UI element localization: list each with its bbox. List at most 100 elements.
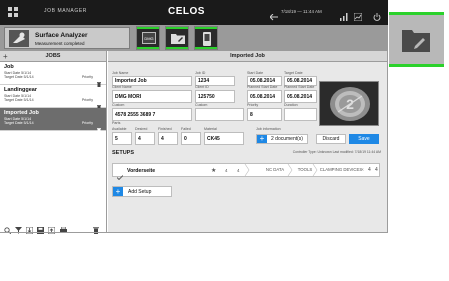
app-header: Surface Analyzer Measurement completed D… bbox=[0, 25, 388, 51]
import-icon[interactable] bbox=[25, 221, 34, 239]
page-prev-button[interactable]: ‹ bbox=[362, 167, 364, 173]
discard-button[interactable]: Discard bbox=[316, 134, 346, 144]
celos-logo: CELOS bbox=[168, 6, 205, 17]
planned-target-field: Planned Start Date 05.08.2014 bbox=[284, 85, 317, 103]
step-clamping-devices[interactable]: CLAMPING DEVICES bbox=[318, 164, 364, 176]
planned-start-field: Planned Start Date 05.08.2014 bbox=[247, 85, 282, 103]
job-information-label: Job information bbox=[256, 127, 281, 131]
add-setup-button[interactable]: + Add Setup bbox=[112, 186, 172, 197]
custom-field-1: Custom 4578 2555 3689 7 bbox=[112, 103, 192, 121]
failed-field: Failed 0 bbox=[181, 127, 201, 145]
trash-icon[interactable] bbox=[97, 120, 101, 138]
job-list-item[interactable]: Job Start Date 5/1/14 Target Date 5/1/14… bbox=[0, 62, 106, 87]
active-indicator bbox=[166, 27, 188, 29]
search-icon[interactable] bbox=[4, 221, 12, 239]
failed-input[interactable]: 0 bbox=[181, 132, 201, 145]
chart-icon[interactable] bbox=[353, 8, 363, 26]
dmg-app-button[interactable]: DMG bbox=[136, 26, 160, 50]
job-priority: Priority bbox=[81, 75, 93, 79]
parts-heading: Parts bbox=[112, 121, 142, 126]
available-input[interactable]: 5 bbox=[112, 132, 132, 145]
setup-row[interactable]: Vorderseite ★ 4 4 NC DATA TOOLS CLAMPING… bbox=[112, 163, 380, 181]
finished-field: Finished 4 bbox=[158, 127, 178, 145]
divider bbox=[0, 232, 388, 233]
custom-field-2: Custom bbox=[195, 103, 244, 121]
datetime: 7/18/19 — 11:44 AM bbox=[281, 9, 322, 14]
page-next-button[interactable]: 4 bbox=[375, 167, 378, 173]
job-name: Imported Job bbox=[4, 110, 39, 116]
job-name-field: Job Name Imported Job bbox=[112, 71, 192, 86]
surface-analyzer-tile[interactable]: Surface Analyzer Measurement completed bbox=[4, 27, 130, 49]
dmg-label: DMG bbox=[144, 36, 153, 41]
delete-icon[interactable] bbox=[93, 221, 99, 239]
menu-icon[interactable] bbox=[8, 7, 18, 17]
job-id-field: Job ID 1234 bbox=[195, 71, 235, 86]
planned-start-input[interactable]: 05.08.2014 bbox=[247, 90, 282, 103]
target-date-field: Target Date 05.08.2014 bbox=[284, 71, 317, 86]
check-icon bbox=[116, 167, 124, 185]
job-list-item-selected[interactable]: Imported Job Start Date 5/1/14 Target Da… bbox=[0, 108, 106, 133]
setups-title: SETUPS bbox=[112, 150, 135, 156]
material-input[interactable]: CK45 bbox=[204, 132, 244, 145]
app-title: Surface Analyzer bbox=[35, 32, 88, 39]
priority-field: Priority 8 bbox=[247, 103, 282, 121]
top-bar: JOB MANAGER CELOS 7/18/19 — 11:44 AM bbox=[0, 0, 388, 25]
power-icon[interactable] bbox=[373, 8, 381, 26]
job-manager-large-tile[interactable] bbox=[389, 12, 444, 67]
back-icon[interactable] bbox=[269, 8, 278, 26]
folder-edit-icon bbox=[402, 30, 430, 52]
part-photo: 2 bbox=[319, 81, 379, 126]
jobs-panel-title: + JOBS bbox=[0, 51, 106, 62]
jobs-title: JOBS bbox=[45, 53, 61, 59]
material-field: Material CK45 bbox=[204, 127, 244, 145]
filter-icon[interactable] bbox=[15, 221, 22, 239]
app-subtitle: Measurement completed bbox=[35, 41, 85, 46]
add-setup-label: Add Setup bbox=[128, 189, 152, 195]
add-job-button[interactable]: + bbox=[3, 51, 8, 62]
setup-prev-count: 4 bbox=[225, 168, 228, 173]
celos-window: JOB MANAGER CELOS 7/18/19 — 11:44 AM Sur… bbox=[0, 0, 449, 281]
custom-input-2[interactable] bbox=[195, 108, 244, 121]
add-document-button[interactable]: + 2 document(s) bbox=[256, 134, 308, 144]
job-name: Job bbox=[4, 64, 14, 70]
step-nc-data[interactable]: NC DATA bbox=[257, 164, 293, 176]
save-icon[interactable] bbox=[37, 221, 44, 239]
page-indicator: 4 bbox=[368, 167, 371, 173]
client-id-field: Client ID 125750 bbox=[195, 85, 235, 103]
finished-input[interactable]: 4 bbox=[158, 132, 178, 145]
client-name-input[interactable]: DMG MORI bbox=[112, 90, 192, 103]
signal-icon[interactable] bbox=[340, 8, 348, 26]
client-name-field: Client Name DMG MORI bbox=[112, 85, 192, 103]
surface-analyzer-icon bbox=[9, 30, 29, 47]
jobs-toolbar bbox=[0, 218, 107, 235]
jobs-panel: + JOBS Job Start Date 5/1/14 Target Date… bbox=[0, 51, 107, 232]
custom-input-1[interactable]: 4578 2555 3689 7 bbox=[112, 108, 192, 121]
job-priority: Priority bbox=[81, 98, 93, 102]
plus-icon: + bbox=[113, 187, 123, 196]
priority-input[interactable]: 8 bbox=[247, 108, 282, 121]
star-icon[interactable]: ★ bbox=[211, 167, 216, 174]
active-indicator bbox=[195, 47, 217, 49]
controller-type: Controller Type: Unknown Last modified: … bbox=[292, 150, 381, 154]
active-indicator bbox=[195, 27, 217, 29]
plus-icon: + bbox=[257, 135, 267, 143]
desired-input[interactable]: 4 bbox=[135, 132, 155, 145]
export-icon[interactable] bbox=[47, 221, 56, 239]
job-detail-panel: Imported Job Job Name Imported Job Job I… bbox=[108, 51, 387, 232]
job-name: Landinggear bbox=[4, 87, 38, 93]
duration-input[interactable] bbox=[284, 108, 317, 121]
job-folder-button[interactable] bbox=[165, 26, 189, 50]
step-tools[interactable]: TOOLS bbox=[293, 164, 317, 176]
desired-field: Desired 4 bbox=[135, 127, 155, 145]
active-indicator bbox=[137, 27, 159, 29]
start-date-field: Start Date 05.08.2014 bbox=[247, 71, 282, 86]
client-id-input[interactable]: 125750 bbox=[195, 90, 235, 103]
setup-name: Vorderseite bbox=[127, 168, 156, 174]
active-indicator bbox=[166, 47, 188, 49]
planned-target-input[interactable]: 05.08.2014 bbox=[284, 90, 317, 103]
save-button[interactable]: Save bbox=[349, 134, 379, 144]
device-button[interactable] bbox=[194, 26, 218, 50]
print-icon[interactable] bbox=[60, 221, 67, 239]
job-list-item[interactable]: Landinggear Start Date 5/1/14 Target Dat… bbox=[0, 85, 106, 110]
setup-count: 4 bbox=[237, 168, 240, 173]
